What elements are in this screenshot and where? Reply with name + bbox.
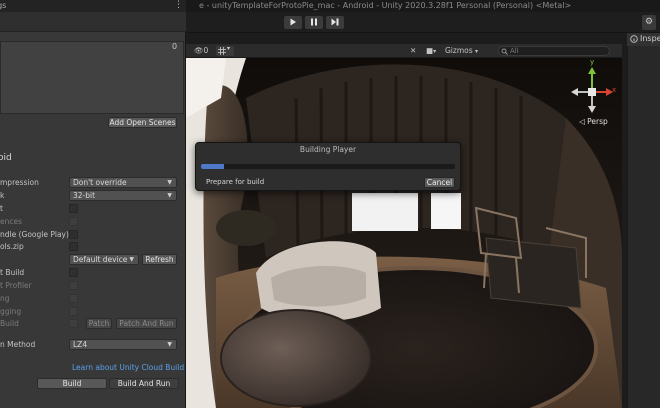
transform-tools-toggle[interactable]: ✕ [410, 44, 416, 58]
export-project-label: t [0, 204, 3, 213]
inspector-tab-label: Inspector [640, 34, 660, 43]
etc2-fallback-value: 32-bit [73, 191, 96, 200]
scenes-in-build-list[interactable] [0, 41, 184, 114]
tools-icon: ✕ [410, 46, 417, 55]
etc2-fallback-dropdown[interactable]: 32-bit ▼ [69, 190, 177, 201]
run-device-dropdown[interactable]: Default device ▼ [69, 254, 139, 265]
script-debugging-checkbox [69, 307, 78, 316]
gizmo-x-label: x [612, 86, 617, 94]
play-icon [290, 18, 296, 26]
more-options-icon[interactable]: ⋮ [174, 0, 183, 11]
development-build-checkbox[interactable] [69, 268, 78, 277]
hidden-count: 0 [203, 46, 209, 55]
autoconnect-profiler-label: t Profiler [0, 281, 32, 290]
building-player-dialog: Building Player Prepare for build Cancel [195, 142, 461, 191]
build-and-run-button[interactable]: Build And Run [109, 378, 179, 389]
compression-method-value: LZ4 [73, 340, 88, 349]
chevron-down-icon: ▼ [167, 341, 172, 348]
cancel-button[interactable]: Cancel [424, 177, 455, 188]
settings-button[interactable]: ⚙ [642, 15, 656, 30]
development-build-label: t Build [0, 268, 25, 277]
compression-method-dropdown[interactable]: LZ4 ▼ [69, 339, 177, 350]
refresh-button[interactable]: Refresh [142, 254, 177, 265]
build-progress-fill [201, 164, 224, 169]
build-app-bundle-label: ndle (Google Play) [0, 230, 69, 239]
grid-icon [218, 47, 226, 55]
window-title: e - unityTemplateForProtoPie_mac - Andro… [199, 1, 572, 10]
build-progress-bar [201, 164, 455, 169]
build-app-bundle-checkbox[interactable] [69, 230, 78, 239]
chevron-down-icon: ▼ [167, 192, 172, 199]
run-device-value: Default device [73, 255, 128, 264]
texture-compression-label: mpression [0, 178, 39, 187]
scene-render [186, 58, 622, 408]
scripts-only-build-checkbox [69, 319, 78, 328]
pause-button[interactable] [305, 16, 323, 29]
add-open-scenes-button[interactable]: Add Open Scenes [108, 117, 177, 128]
autoconnect-profiler-checkbox [69, 281, 78, 290]
scenes-header [0, 12, 186, 32]
gear-icon: ⚙ [644, 17, 654, 27]
chevron-down-icon: ▾ [433, 48, 437, 55]
build-status-text: Prepare for build [206, 178, 265, 186]
inspector-panel [627, 33, 660, 408]
orientation-gizmo[interactable] [570, 62, 616, 114]
search-placeholder: All [510, 47, 519, 55]
learn-cloud-build-link[interactable]: Learn about Unity Cloud Build [72, 363, 184, 372]
perspective-icon: ◁ [579, 117, 585, 126]
etc2-fallback-label: k [0, 191, 5, 200]
chevron-down-icon: ▼ [129, 256, 134, 263]
create-symbols-checkbox[interactable] [69, 242, 78, 251]
texture-compression-value: Don't override [73, 178, 127, 187]
eye-slash-icon: 👁 [194, 46, 204, 55]
camera-dropdown[interactable]: ■▾ [426, 44, 436, 59]
chevron-down-icon: ▾ [227, 45, 231, 52]
dialog-title: Building Player [299, 145, 357, 154]
compression-method-label: n Method [0, 340, 36, 349]
platform-title: oid [0, 153, 12, 163]
scripts-only-build-label: Build [0, 319, 19, 328]
symlink-sources-checkbox [69, 217, 78, 226]
script-debugging-label: gging [0, 307, 22, 316]
axis-gizmo-icon [571, 67, 613, 113]
scene-search-input[interactable]: All [498, 46, 610, 56]
texture-compression-dropdown[interactable]: Don't override ▼ [69, 177, 177, 188]
step-button[interactable] [326, 16, 344, 29]
patch-and-run-button: Patch And Run [116, 318, 177, 329]
symlink-sources-label: ences [0, 217, 23, 226]
gizmos-label: Gizmos [445, 46, 473, 55]
chevron-down-icon: ▼ [167, 179, 172, 186]
projection-label: Persp [587, 117, 608, 126]
scene-count: 0 [172, 42, 178, 51]
visibility-toggle[interactable]: 👁0 [194, 44, 208, 58]
info-icon [630, 35, 638, 45]
build-button[interactable]: Build [37, 378, 107, 389]
scene-toolbar: 👁0 ▾ ✕ ■▾ Gizmos ▾ All [186, 44, 622, 58]
step-icon [331, 18, 339, 26]
gizmos-dropdown[interactable]: Gizmos ▾ [445, 44, 478, 59]
build-settings-title: ngs [0, 1, 7, 10]
create-symbols-label: ols.zip [0, 242, 24, 251]
patch-button: Patch [86, 318, 112, 329]
pause-icon [311, 18, 317, 26]
deep-profiling-label: ng [0, 294, 10, 303]
scene-viewport[interactable] [186, 58, 622, 408]
gizmo-y-label: y [590, 58, 595, 66]
deep-profiling-checkbox [69, 294, 78, 303]
search-icon [501, 48, 508, 55]
chevron-down-icon: ▾ [475, 48, 479, 55]
build-settings-titlebar[interactable] [0, 0, 186, 12]
grid-toggle[interactable]: ▾ [216, 45, 234, 56]
play-button[interactable] [284, 16, 302, 29]
projection-toggle[interactable]: ◁ Persp [579, 117, 608, 126]
export-project-checkbox[interactable] [69, 204, 78, 213]
